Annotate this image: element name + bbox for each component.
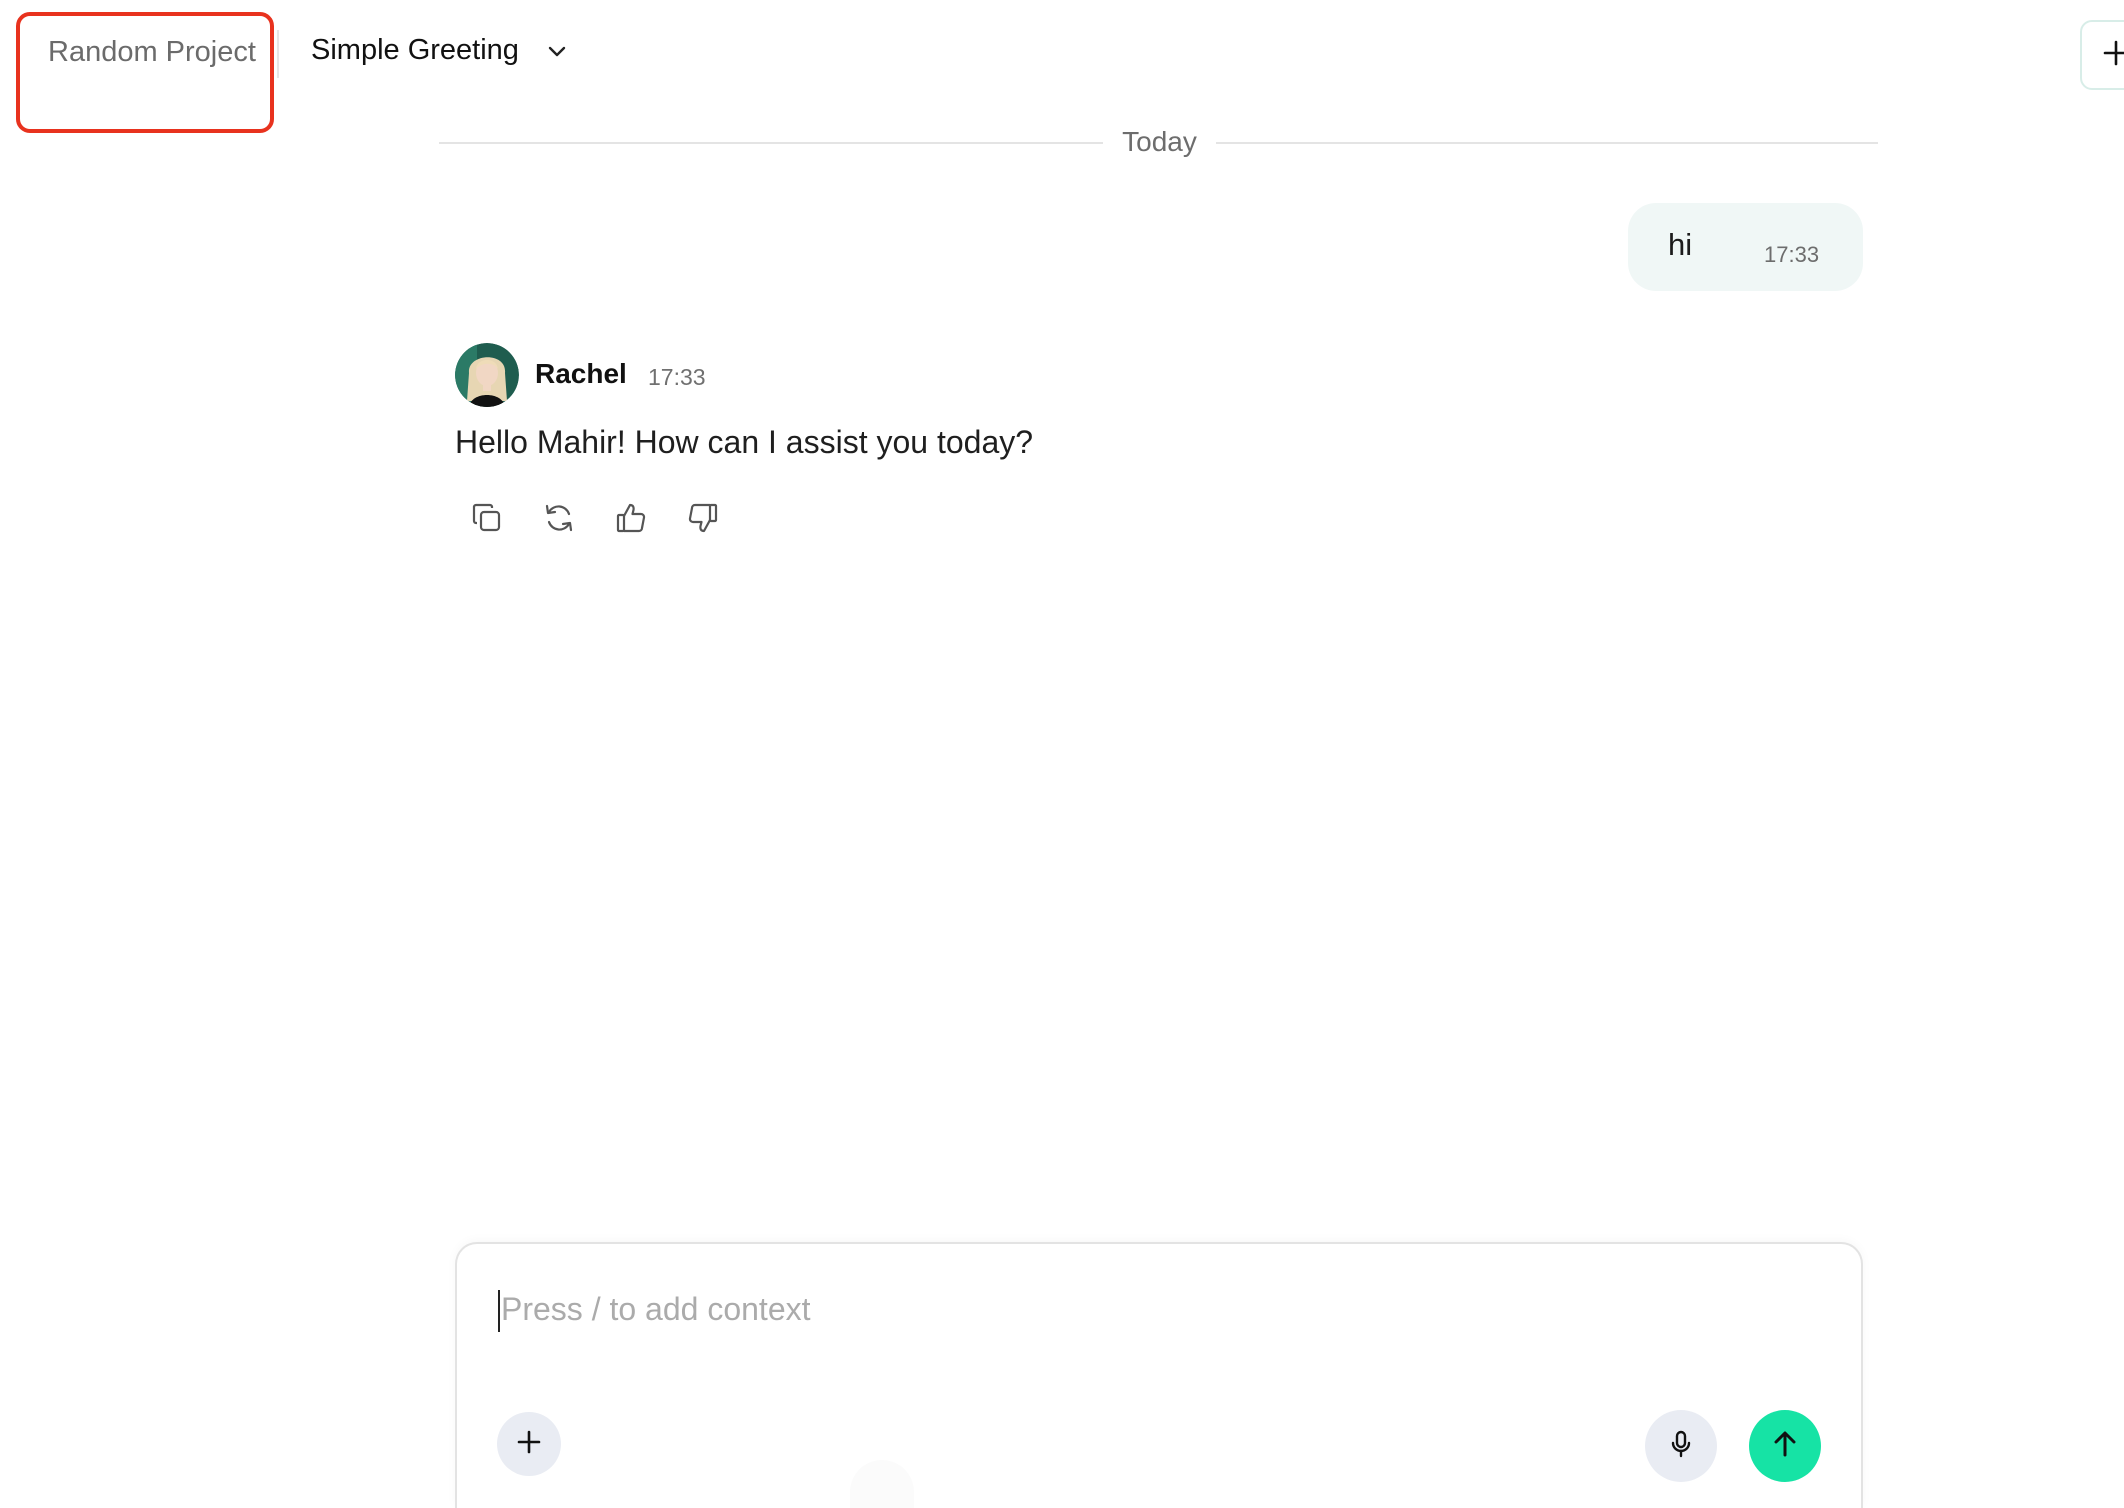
day-divider-label: Today [1122,126,1197,157]
thumbs-up-button[interactable] [611,500,651,540]
microphone-icon [1666,1429,1696,1464]
message-input[interactable] [501,1284,1801,1334]
user-message-time: 17:33 [1764,242,1820,267]
plus-icon [516,1429,542,1460]
regenerate-icon [542,501,576,540]
assistant-name: Rachel [535,358,627,389]
user-message-bubble: hi 17:33 [1628,203,1863,291]
regenerate-button[interactable] [539,500,579,540]
chat-title: Simple Greeting [311,34,519,66]
thumbs-down-icon [686,501,720,540]
copy-icon [470,501,504,540]
chevron-down-icon [545,39,569,63]
arrow-up-icon [1769,1428,1801,1465]
chat-page: Random Project Simple Greeting Today hi … [0,0,2124,1508]
highlight-annotation [16,12,274,133]
user-message-text: hi [1668,227,1693,262]
send-button[interactable] [1749,1410,1821,1482]
thumbs-down-button[interactable] [683,500,723,540]
voice-input-button[interactable] [1645,1410,1717,1482]
assistant-message-text: Hello Mahir! How can I assist you today? [455,424,1034,460]
thumbs-up-icon [614,501,648,540]
breadcrumb-separator [277,30,279,78]
plus-icon [2102,39,2124,72]
new-chat-button[interactable] [2080,20,2124,90]
assistant-time: 17:33 [648,364,706,390]
text-caret [498,1290,500,1332]
message-composer [455,1242,1863,1508]
add-context-button[interactable] [497,1412,561,1476]
breadcrumb-project[interactable]: Random Project [48,36,256,69]
chat-title-dropdown[interactable]: Simple Greeting [311,34,569,67]
day-divider-line [439,142,1103,144]
avatar [455,343,519,407]
copy-button[interactable] [467,500,507,540]
day-divider-line [1216,142,1878,144]
